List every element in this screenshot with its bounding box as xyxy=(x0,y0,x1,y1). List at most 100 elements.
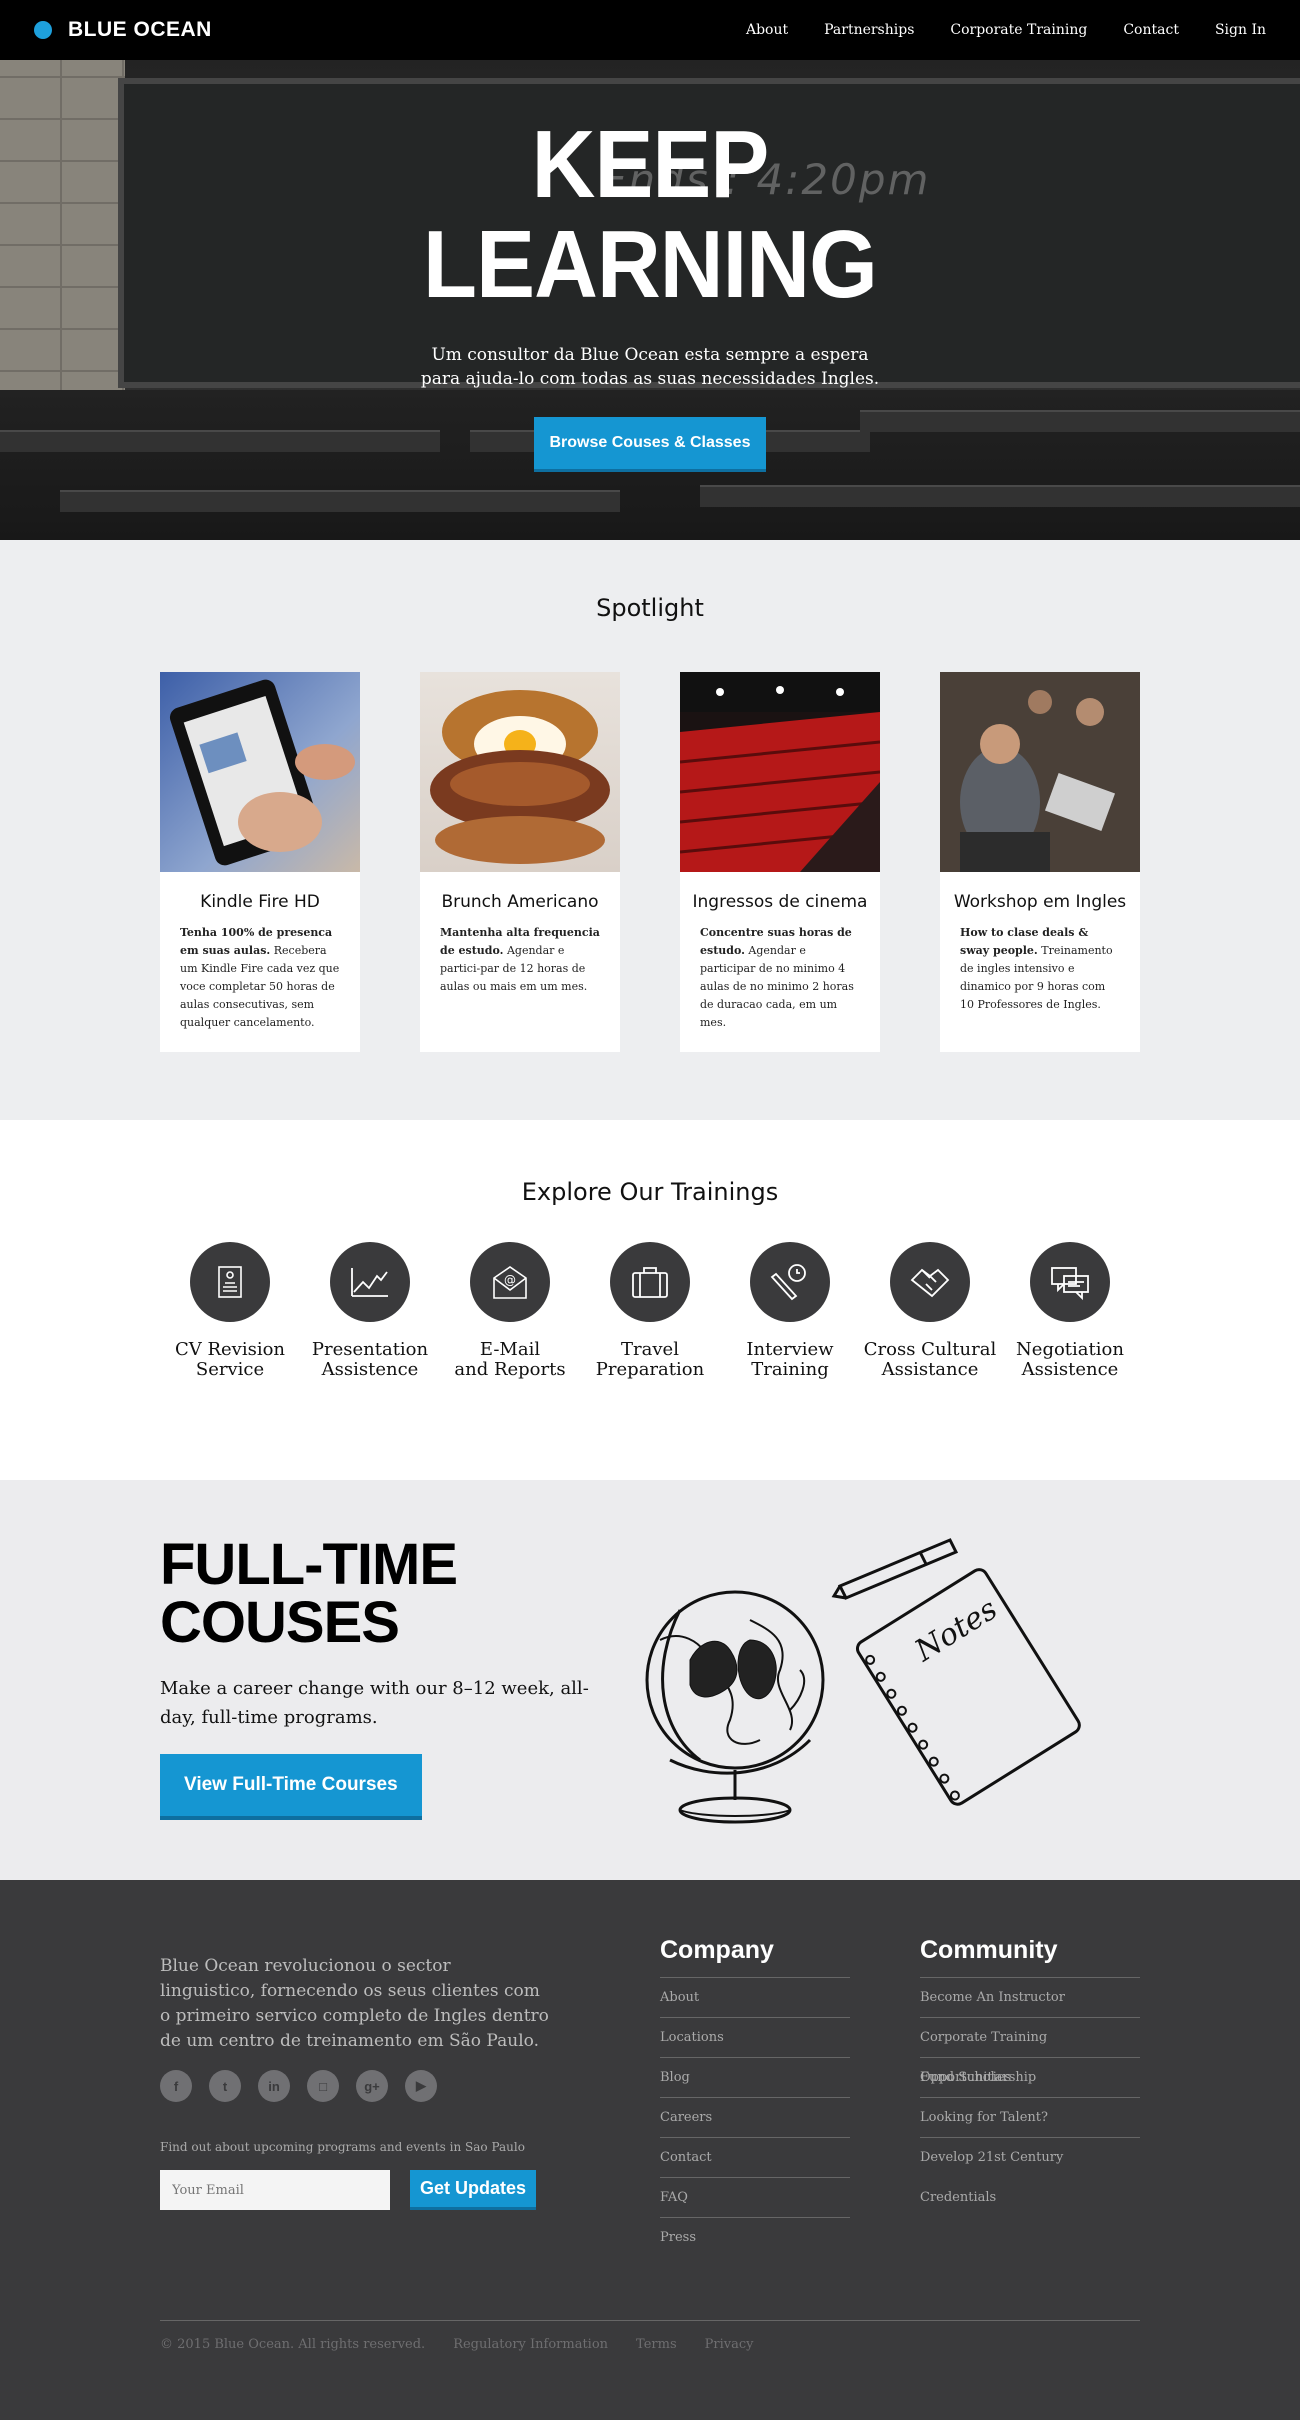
facebook-icon[interactable]: f xyxy=(160,2070,192,2102)
trainings-section: Explore Our Trainings CV Revision Service… xyxy=(0,1120,1300,1480)
training-email[interactable]: @ E-Mail and Reports xyxy=(440,1242,580,1380)
training-interview[interactable]: Interview Training xyxy=(720,1242,860,1380)
twitter-icon[interactable]: t xyxy=(209,2070,241,2102)
fulltime-section: FULL-TIME COUSES Make a career change wi… xyxy=(0,1480,1300,1880)
linkedin-icon[interactable]: in xyxy=(258,2070,290,2102)
tablet-illustration xyxy=(169,679,355,866)
copyright-text: © 2015 Blue Ocean. All rights reserved. xyxy=(160,2337,426,2352)
hero-section: Ends : 4:20pm KEEP LEARNING Um consultor… xyxy=(0,60,1300,540)
card-title: Kindle Fire HD xyxy=(200,892,320,912)
training-label: CV Revision Service xyxy=(174,1339,286,1380)
fulltime-title-line2: COUSES xyxy=(160,1590,400,1655)
burger-illustration xyxy=(430,690,610,864)
card-title: Ingressos de cinema xyxy=(692,892,868,912)
hero-title-line2: LEARNING xyxy=(423,211,878,318)
hero-title-line1: KEEP xyxy=(531,111,770,218)
spotlight-card[interactable]: Brunch Americano Mantenha alta frequenci… xyxy=(420,672,620,1052)
fulltime-content: FULL-TIME COUSES Make a career change wi… xyxy=(160,1536,600,1820)
footer-link-about[interactable]: About xyxy=(660,1978,850,2018)
footer-link-contact[interactable]: Contact xyxy=(660,2138,850,2178)
pencil-icon xyxy=(831,1538,959,1600)
footer-link-develop-credentials[interactable]: Develop 21st Century Credentials xyxy=(920,2138,1140,2205)
footer: Blue Ocean revolucionou o sector linguis… xyxy=(0,1880,1300,2420)
handshake-icon xyxy=(890,1242,970,1322)
footer-link-careers[interactable]: Careers xyxy=(660,2098,850,2138)
regulatory-link[interactable]: Regulatory Information xyxy=(453,2337,608,2352)
browse-courses-button[interactable]: Browse Couses & Classes xyxy=(533,417,767,472)
spotlight-card[interactable]: Kindle Fire HD Tenha 100% de presenca em… xyxy=(160,672,360,1052)
hero-subtitle-line2: para ajuda-lo com todas as suas necessid… xyxy=(420,369,880,389)
training-label: Cross Cultural Assistance xyxy=(863,1339,997,1380)
svg-text:@: @ xyxy=(504,1273,516,1287)
training-travel[interactable]: Travel Preparation xyxy=(580,1242,720,1380)
nav-links: About Partnerships Corporate Training Co… xyxy=(746,22,1266,38)
terms-link[interactable]: Terms xyxy=(636,2337,677,2352)
card-text: How to clase deals & sway people. Treina… xyxy=(940,912,1140,1014)
footer-community-column: Community Become An Instructor Corporate… xyxy=(920,1936,1140,2205)
interview-icon xyxy=(750,1242,830,1322)
footer-link-become-instructor[interactable]: Become An Instructor xyxy=(920,1978,1140,2018)
training-label: Presentation Assistence xyxy=(311,1339,429,1380)
privacy-link[interactable]: Privacy xyxy=(705,2337,754,2352)
footer-link-press[interactable]: Press xyxy=(660,2218,850,2258)
card-text: Mantenha alta frequencia de estudo. Agen… xyxy=(420,912,620,996)
training-cross-cultural[interactable]: Cross Cultural Assistance xyxy=(860,1242,1000,1380)
card-title: Workshop em Ingles xyxy=(953,892,1127,912)
workshop-illustration xyxy=(940,672,1140,872)
footer-link-looking-for-talent[interactable]: Looking for Talent? xyxy=(920,2098,1140,2138)
get-updates-button[interactable]: Get Updates xyxy=(410,2170,537,2210)
brunch-image xyxy=(420,672,620,872)
footer-company-title: Company xyxy=(660,1936,850,1978)
spotlight-cards: Kindle Fire HD Tenha 100% de presenca em… xyxy=(0,672,1300,1052)
nav-link-sign-in[interactable]: Sign In xyxy=(1215,22,1266,38)
fulltime-text: Make a career change with our 8–12 week,… xyxy=(160,1678,589,1728)
nav-link-about[interactable]: About xyxy=(746,22,788,38)
card-title: Brunch Americano xyxy=(441,892,599,912)
training-presentation[interactable]: Presentation Assistence xyxy=(300,1242,440,1380)
top-nav: BLUE OCEAN About Partnerships Corporate … xyxy=(0,0,1300,60)
nav-link-contact[interactable]: Contact xyxy=(1123,22,1179,38)
card-text: Concentre suas horas de estudo. Agendar … xyxy=(680,912,880,1032)
brand-name: BLUE OCEAN xyxy=(68,18,212,41)
training-label: E-Mail and Reports xyxy=(454,1339,566,1380)
footer-link-blog[interactable]: Blog xyxy=(660,2058,850,2098)
nav-link-corporate-training[interactable]: Corporate Training xyxy=(950,22,1087,38)
training-label: Travel Preparation xyxy=(595,1339,705,1380)
trainings-title: Explore Our Trainings xyxy=(521,1178,779,1206)
trainings-list: CV Revision Service Presentation Assistenc… xyxy=(0,1242,1300,1380)
googleplus-icon[interactable]: g+ xyxy=(356,2070,388,2102)
document-icon xyxy=(190,1242,270,1322)
view-fulltime-courses-button[interactable]: View Full-Time Courses xyxy=(160,1754,422,1820)
footer-link-faq[interactable]: FAQ xyxy=(660,2178,850,2218)
cinema-image xyxy=(680,672,880,872)
footer-link-fund-scholarship[interactable]: Fund Scholarship xyxy=(920,2058,1140,2098)
brand-dot-icon xyxy=(34,21,52,39)
footer-bottom-bar: © 2015 Blue Ocean. All rights reserved. … xyxy=(160,2320,1140,2352)
nav-link-partnerships[interactable]: Partnerships xyxy=(824,22,914,38)
training-label: Negotiation Assistence xyxy=(1016,1339,1124,1380)
globe-icon xyxy=(645,1590,825,1824)
instagram-icon[interactable]: □ xyxy=(307,2070,339,2102)
footer-link-locations[interactable]: Locations xyxy=(660,2018,850,2058)
spotlight-card[interactable]: Ingressos de cinema Concentre suas horas… xyxy=(680,672,880,1052)
fulltime-illustration: Notes xyxy=(620,1530,1100,1834)
hero-subtitle-line1: Um consultor da Blue Ocean esta sempre a… xyxy=(431,345,869,365)
email-icon: @ xyxy=(470,1242,550,1322)
spotlight-card[interactable]: Workshop em Ingles How to clase deals & … xyxy=(940,672,1140,1052)
hero-subtitle: Um consultor da Blue Ocean esta sempre a… xyxy=(0,343,1300,391)
training-negotiation[interactable]: Negotiation Assistence xyxy=(1000,1242,1140,1380)
hero-content: KEEP LEARNING Um consultor da Blue Ocean… xyxy=(0,115,1300,472)
footer-link-corporate-training[interactable]: Corporate Training Opportunities xyxy=(920,2018,1140,2085)
brand-logo[interactable]: BLUE OCEAN xyxy=(34,18,212,42)
card-text: Tenha 100% de presenca em suas aulas. Re… xyxy=(160,912,360,1032)
workshop-image xyxy=(940,672,1140,872)
email-input[interactable] xyxy=(160,2170,390,2210)
fulltime-title-line1: FULL-TIME xyxy=(160,1532,458,1597)
chart-icon xyxy=(330,1242,410,1322)
newsletter-text: Find out about upcoming programs and eve… xyxy=(160,2140,525,2154)
notebook-icon: Notes xyxy=(855,1568,1081,1806)
footer-community-title: Community xyxy=(920,1936,1140,1978)
training-cv-revision[interactable]: CV Revision Service xyxy=(160,1242,300,1380)
youtube-icon[interactable]: ▶ xyxy=(405,2070,437,2102)
spotlight-title: Spotlight xyxy=(596,594,704,622)
